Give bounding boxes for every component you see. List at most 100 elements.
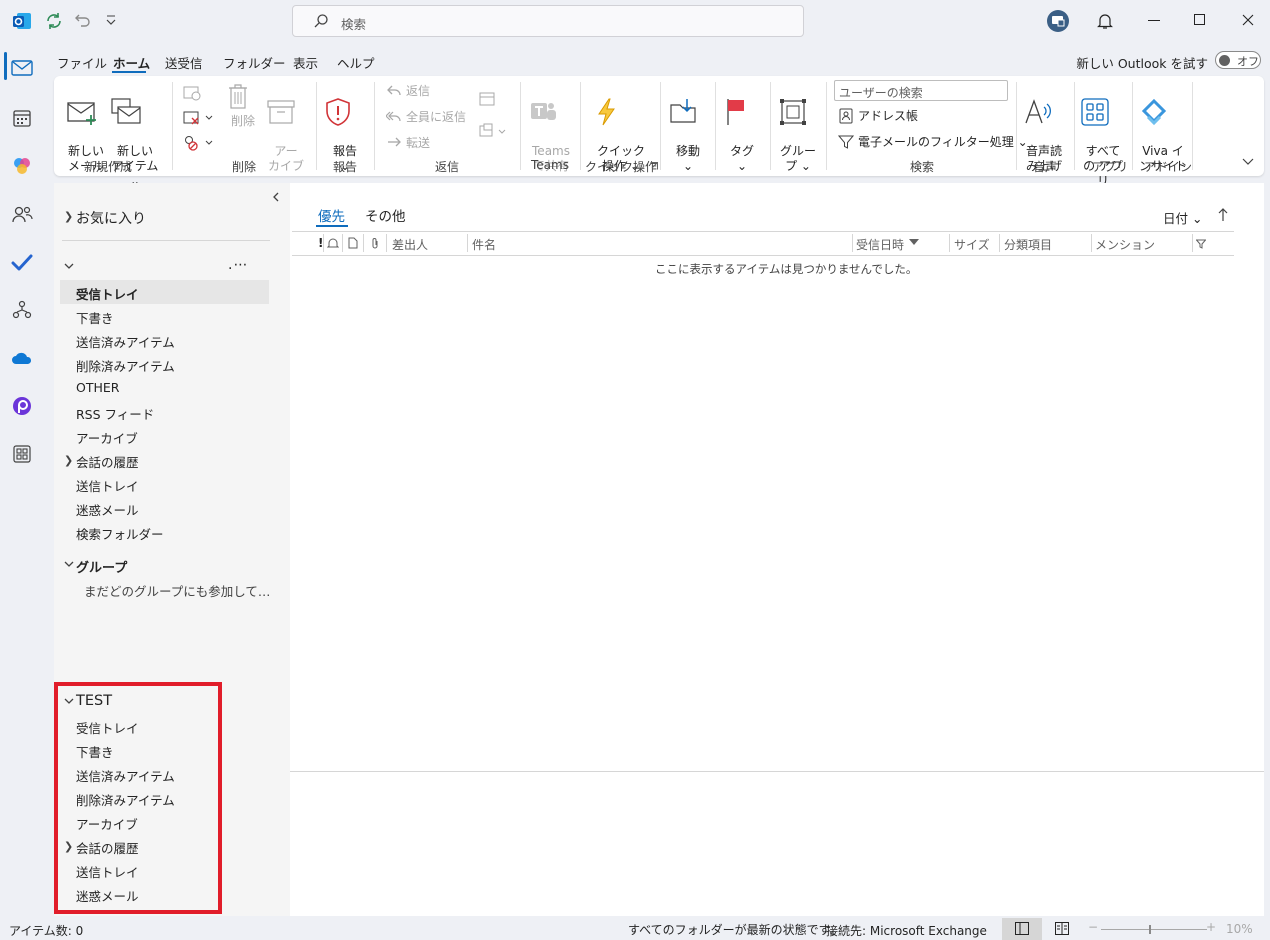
column-filter-icon[interactable] bbox=[1196, 239, 1206, 249]
maximize-icon[interactable] bbox=[1194, 14, 1206, 26]
dialog-launcher-icon[interactable] bbox=[650, 162, 658, 170]
column-size[interactable]: サイズ bbox=[954, 236, 990, 253]
chevron-down-icon[interactable] bbox=[64, 698, 74, 706]
chevron-down-icon[interactable] bbox=[64, 561, 74, 569]
meeting-icon[interactable] bbox=[478, 90, 496, 108]
chevron-right-icon[interactable]: ❯ bbox=[64, 840, 73, 853]
reading-view-icon[interactable] bbox=[1055, 922, 1069, 935]
onedrive-icon[interactable] bbox=[8, 344, 36, 372]
column-subject[interactable]: 件名 bbox=[472, 236, 496, 253]
zoom-level[interactable]: 10% bbox=[1226, 922, 1253, 936]
tab-other[interactable]: その他 bbox=[365, 205, 406, 225]
tab-help[interactable]: ヘルプ bbox=[337, 53, 375, 72]
chevron-right-icon[interactable]: ❯ bbox=[64, 454, 73, 467]
folder-item[interactable]: 送信トレイ bbox=[76, 862, 139, 881]
folder-item[interactable]: 検索フォルダー bbox=[76, 524, 164, 543]
copilot-icon[interactable] bbox=[8, 152, 36, 180]
reply-all-button[interactable]: 全員に返信 bbox=[386, 108, 466, 125]
folder-item[interactable]: 送信トレイ bbox=[76, 476, 139, 495]
close-icon[interactable] bbox=[1242, 14, 1254, 26]
trash-icon bbox=[226, 82, 260, 112]
zoom-slider[interactable] bbox=[1101, 925, 1207, 934]
reply-button[interactable]: 返信 bbox=[386, 82, 430, 99]
archive-button[interactable]: アー カイブ bbox=[266, 82, 306, 174]
folder-item[interactable]: アーカイブ bbox=[76, 428, 138, 447]
delete-button[interactable]: 削除 bbox=[226, 82, 260, 129]
notification-bell-icon[interactable] bbox=[1096, 12, 1114, 30]
forward-button[interactable]: 転送 bbox=[386, 134, 430, 151]
search-input[interactable]: 検索 bbox=[292, 5, 804, 37]
tab-folder[interactable]: フォルダー bbox=[223, 53, 286, 72]
folder-item[interactable]: 会話の履歴 bbox=[76, 838, 139, 857]
zoom-slider-thumb[interactable] bbox=[1149, 925, 1151, 934]
groups-button[interactable]: グルー プ ⌄ bbox=[778, 82, 818, 174]
todo-icon[interactable] bbox=[8, 248, 36, 276]
folder-item[interactable]: RSS フィード bbox=[76, 404, 154, 423]
calendar-icon[interactable] bbox=[8, 104, 36, 132]
folder-item[interactable]: 迷惑メール bbox=[76, 500, 139, 519]
folder-item[interactable]: 送信済みアイテム bbox=[76, 766, 175, 785]
folder-item[interactable]: 削除済みアイテム bbox=[76, 790, 175, 809]
folder-item[interactable]: 受信トレイ bbox=[76, 718, 139, 737]
mail-icon[interactable] bbox=[8, 54, 36, 82]
coming-soon-icon[interactable] bbox=[1046, 9, 1070, 33]
undo-icon[interactable] bbox=[74, 11, 92, 29]
tab-file[interactable]: ファイル bbox=[57, 53, 107, 72]
test-account-header[interactable]: TEST bbox=[76, 693, 112, 709]
ribbon-divider bbox=[374, 82, 375, 170]
sort-direction-arrow-icon[interactable] bbox=[1218, 208, 1228, 222]
new-outlook-toggle[interactable]: オフ bbox=[1215, 51, 1261, 69]
tab-home[interactable]: ホーム bbox=[113, 53, 150, 72]
favorites-header[interactable]: お気に入り bbox=[76, 208, 146, 228]
reading-pane-divider[interactable] bbox=[290, 771, 1264, 772]
junk-icon[interactable] bbox=[182, 134, 214, 152]
normal-view-button[interactable] bbox=[1002, 918, 1042, 940]
column-received[interactable]: 受信日時 bbox=[856, 236, 904, 253]
more-respond-icon[interactable] bbox=[478, 122, 508, 140]
more-apps-icon[interactable] bbox=[8, 440, 36, 468]
column-mention[interactable]: メンション bbox=[1095, 236, 1155, 253]
folder-item[interactable]: 会話の履歴 bbox=[76, 452, 139, 471]
sort-by-date-dropdown[interactable]: 日付 ⌄ bbox=[1163, 208, 1202, 227]
ribbon-expand-chevron-icon[interactable] bbox=[1242, 158, 1254, 166]
more-options-icon[interactable]: .⋯ bbox=[228, 257, 248, 273]
folder-item[interactable]: 削除済みアイテム bbox=[76, 356, 175, 375]
folder-item[interactable]: 下書き bbox=[76, 308, 114, 327]
cleanup-icon[interactable] bbox=[182, 109, 214, 127]
zoom-in-button[interactable]: + bbox=[1206, 920, 1216, 934]
chevron-right-icon[interactable]: ❯ bbox=[64, 210, 73, 223]
reminder-bell-icon[interactable] bbox=[327, 237, 339, 249]
attachment-icon[interactable] bbox=[370, 237, 380, 249]
groups-header[interactable]: グループ bbox=[76, 557, 127, 576]
loop-icon[interactable] bbox=[8, 392, 36, 420]
group-label-find: 検索 bbox=[910, 160, 935, 174]
collapse-pane-chevron-icon[interactable] bbox=[272, 192, 280, 202]
tab-view[interactable]: 表示 bbox=[293, 53, 318, 72]
zoom-out-button[interactable]: − bbox=[1088, 920, 1098, 934]
tab-focused[interactable]: 優先 bbox=[318, 205, 345, 225]
people-icon[interactable] bbox=[8, 200, 36, 228]
ribbon-divider bbox=[660, 82, 661, 170]
folder-item[interactable]: 受信トレイ bbox=[76, 284, 139, 303]
column-categories[interactable]: 分類項目 bbox=[1004, 236, 1052, 253]
tags-button[interactable]: タグ ⌄ bbox=[722, 82, 762, 174]
column-from[interactable]: 差出人 bbox=[392, 236, 428, 253]
chevron-down-icon[interactable] bbox=[64, 263, 74, 271]
folder-item[interactable]: 下書き bbox=[76, 742, 114, 761]
document-icon[interactable] bbox=[348, 237, 358, 249]
send-receive-icon[interactable] bbox=[44, 11, 64, 31]
customize-qat-icon[interactable] bbox=[105, 13, 117, 27]
folder-item[interactable]: 送信済みアイテム bbox=[76, 332, 175, 351]
filter-email-button[interactable]: 電子メールのフィルター処理 ⌄ bbox=[838, 133, 1028, 150]
reply-all-icon bbox=[386, 111, 401, 121]
minimize-icon[interactable] bbox=[1148, 20, 1160, 22]
folder-item[interactable]: アーカイブ bbox=[76, 814, 138, 833]
org-explorer-icon[interactable] bbox=[8, 296, 36, 324]
folder-item[interactable]: OTHER bbox=[76, 380, 119, 395]
ignore-icon[interactable] bbox=[182, 84, 202, 102]
tab-send-receive[interactable]: 送受信 bbox=[165, 53, 203, 72]
address-book-button[interactable]: アドレス帳 bbox=[838, 107, 918, 124]
move-button[interactable]: 移動 ⌄ bbox=[668, 82, 708, 174]
folder-item[interactable]: 迷惑メール bbox=[76, 886, 139, 905]
search-people-input[interactable]: ユーザーの検索 bbox=[834, 80, 1008, 101]
